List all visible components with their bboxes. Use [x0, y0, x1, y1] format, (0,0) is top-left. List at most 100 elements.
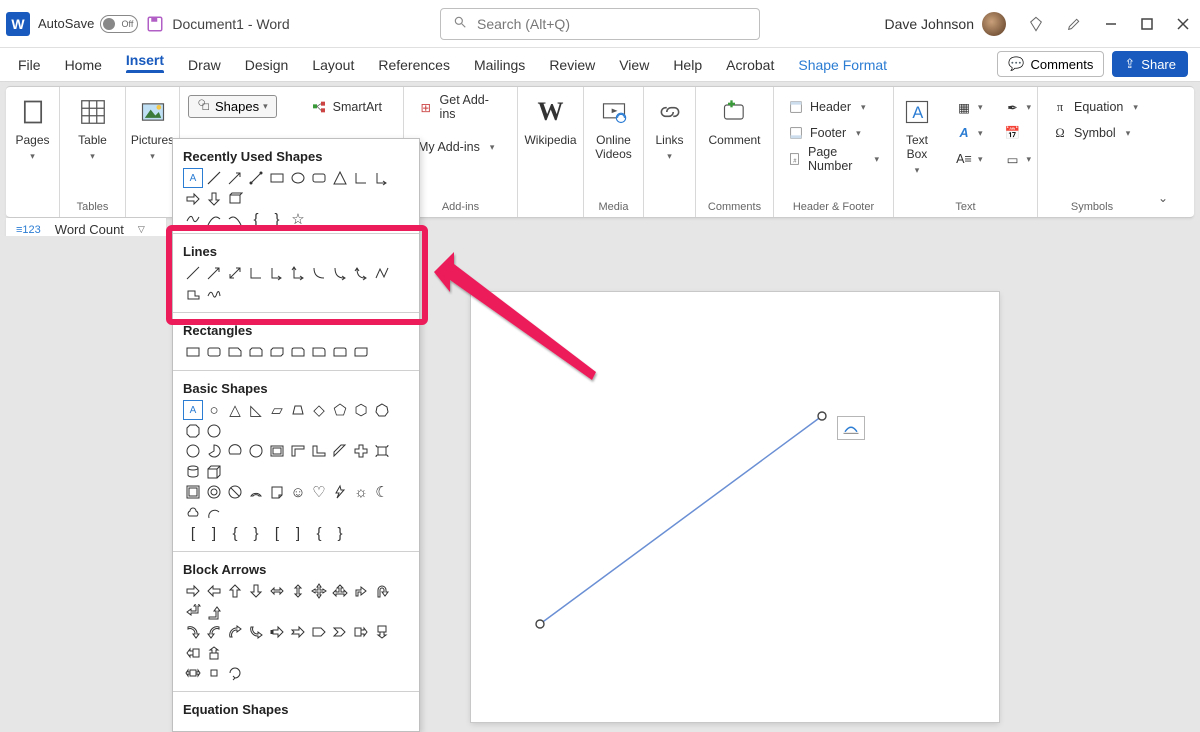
- text-box-button[interactable]: A Text Box▾: [894, 91, 940, 180]
- links-button[interactable]: Links▾: [647, 91, 693, 166]
- line-plain[interactable]: [183, 263, 203, 283]
- rect-round2diag[interactable]: [351, 342, 371, 362]
- ba-lr-callout[interactable]: [183, 663, 203, 683]
- tab-acrobat[interactable]: Acrobat: [714, 51, 786, 81]
- tab-mailings[interactable]: Mailings: [462, 51, 537, 81]
- basic-right-triangle[interactable]: ◺: [246, 400, 266, 420]
- ba-bent[interactable]: [351, 581, 371, 601]
- ba-leftrightup[interactable]: [330, 581, 350, 601]
- basic-bevel[interactable]: [183, 482, 203, 502]
- diamond-icon[interactable]: [1028, 16, 1044, 32]
- basic-hexagon[interactable]: ⬡: [351, 400, 371, 420]
- basic-folded[interactable]: [267, 482, 287, 502]
- basic-sun[interactable]: ☼: [351, 482, 371, 502]
- basic-arc2[interactable]: [204, 503, 224, 523]
- shape-elbow[interactable]: [351, 168, 371, 188]
- word-count-button[interactable]: Word Count: [55, 222, 124, 237]
- minimize-button[interactable]: [1104, 17, 1118, 31]
- ba-curved-right[interactable]: [183, 622, 203, 642]
- maximize-button[interactable]: [1140, 17, 1154, 31]
- basic-heptagon[interactable]: [372, 400, 392, 420]
- basic-pentagon[interactable]: ⬠: [330, 400, 350, 420]
- ba-curved-left[interactable]: [204, 622, 224, 642]
- basic-moon[interactable]: ☾: [372, 482, 392, 502]
- basic-teardrop[interactable]: [246, 441, 266, 461]
- basic-can[interactable]: [183, 462, 203, 482]
- shape-text-box[interactable]: A: [183, 168, 203, 188]
- smartart-button[interactable]: SmartArt: [305, 95, 388, 119]
- ba-updown[interactable]: [288, 581, 308, 601]
- page-number-button[interactable]: #Page Number: [782, 147, 885, 171]
- shape-down-arrow[interactable]: [204, 189, 224, 209]
- basic-chord[interactable]: [225, 441, 245, 461]
- quickbar-dropdown[interactable]: ▽: [138, 224, 145, 235]
- line-arrow[interactable]: [204, 263, 224, 283]
- basic-textbox[interactable]: A: [183, 400, 203, 420]
- ba-up-callout[interactable]: [204, 643, 224, 663]
- ba-down-callout[interactable]: [372, 622, 392, 642]
- header-button[interactable]: Header: [782, 95, 885, 119]
- shape-elbow-arrow[interactable]: [372, 168, 392, 188]
- tab-view[interactable]: View: [607, 51, 661, 81]
- ba-chevron[interactable]: [330, 622, 350, 642]
- basic-lshape[interactable]: [309, 441, 329, 461]
- drop-cap-button[interactable]: A≡▾: [950, 147, 989, 171]
- basic-parallelogram[interactable]: ▱: [267, 400, 287, 420]
- shape-triangle[interactable]: [330, 168, 350, 188]
- signature-line-button[interactable]: ✒▾: [999, 95, 1038, 119]
- basic-plaque[interactable]: [372, 441, 392, 461]
- tab-file[interactable]: File: [6, 51, 53, 81]
- rect-round2same[interactable]: [330, 342, 350, 362]
- share-button[interactable]: ⇪Share: [1112, 51, 1188, 77]
- ba-circular[interactable]: [225, 663, 245, 683]
- basic-frame[interactable]: [267, 441, 287, 461]
- line-curve-arrow[interactable]: [330, 263, 350, 283]
- ba-notched[interactable]: [288, 622, 308, 642]
- save-icon[interactable]: [146, 15, 164, 33]
- toggle-switch[interactable]: Off: [100, 15, 138, 33]
- basic-lbracket2[interactable]: [: [267, 523, 287, 543]
- ba-right-callout[interactable]: [351, 622, 371, 642]
- ba-left-callout[interactable]: [183, 643, 203, 663]
- tab-help[interactable]: Help: [661, 51, 714, 81]
- basic-triangle[interactable]: △: [225, 400, 245, 420]
- basic-decagon[interactable]: [204, 421, 224, 441]
- basic-diamond[interactable]: ◇: [309, 400, 329, 420]
- date-time-button[interactable]: 📅: [999, 121, 1038, 145]
- rect-snip2diag[interactable]: [267, 342, 287, 362]
- basic-diag-stripe[interactable]: [330, 441, 350, 461]
- basic-lightning[interactable]: [330, 482, 350, 502]
- line-freeform[interactable]: [372, 263, 392, 283]
- basic-octagon[interactable]: [183, 421, 203, 441]
- object-button[interactable]: ▭▾: [999, 147, 1038, 171]
- basic-cross[interactable]: [351, 441, 371, 461]
- line-freeform-shape[interactable]: [183, 284, 203, 304]
- shape-right-arrow[interactable]: [183, 189, 203, 209]
- shape-oval[interactable]: [288, 168, 308, 188]
- line-double-arrow[interactable]: [225, 263, 245, 283]
- shape-rounded-rect[interactable]: [309, 168, 329, 188]
- table-button[interactable]: Table▾: [70, 91, 116, 166]
- rect-sniprnd[interactable]: [288, 342, 308, 362]
- ba-down[interactable]: [246, 581, 266, 601]
- basic-noentry[interactable]: [225, 482, 245, 502]
- ba-bentup[interactable]: [204, 602, 224, 622]
- shape-scribble[interactable]: [183, 209, 203, 229]
- basic-pie[interactable]: [204, 441, 224, 461]
- basic-cloud[interactable]: [183, 503, 203, 523]
- basic-half-frame[interactable]: [288, 441, 308, 461]
- footer-button[interactable]: Footer: [782, 121, 885, 145]
- line-elbow-double[interactable]: [288, 263, 308, 283]
- basic-cube[interactable]: [204, 462, 224, 482]
- tab-shape-format[interactable]: Shape Format: [786, 51, 899, 81]
- line-scribble[interactable]: [204, 284, 224, 304]
- comment-button[interactable]: Comment: [703, 91, 767, 151]
- shape-star[interactable]: ☆: [288, 209, 308, 229]
- pencil-icon[interactable]: [1066, 16, 1082, 32]
- line-elbow[interactable]: [246, 263, 266, 283]
- equation-button[interactable]: πEquation: [1046, 95, 1144, 119]
- rect-round1[interactable]: [309, 342, 329, 362]
- shape-arc[interactable]: [204, 209, 224, 229]
- wikipedia-button[interactable]: W Wikipedia: [518, 91, 582, 151]
- ba-curved-down[interactable]: [246, 622, 266, 642]
